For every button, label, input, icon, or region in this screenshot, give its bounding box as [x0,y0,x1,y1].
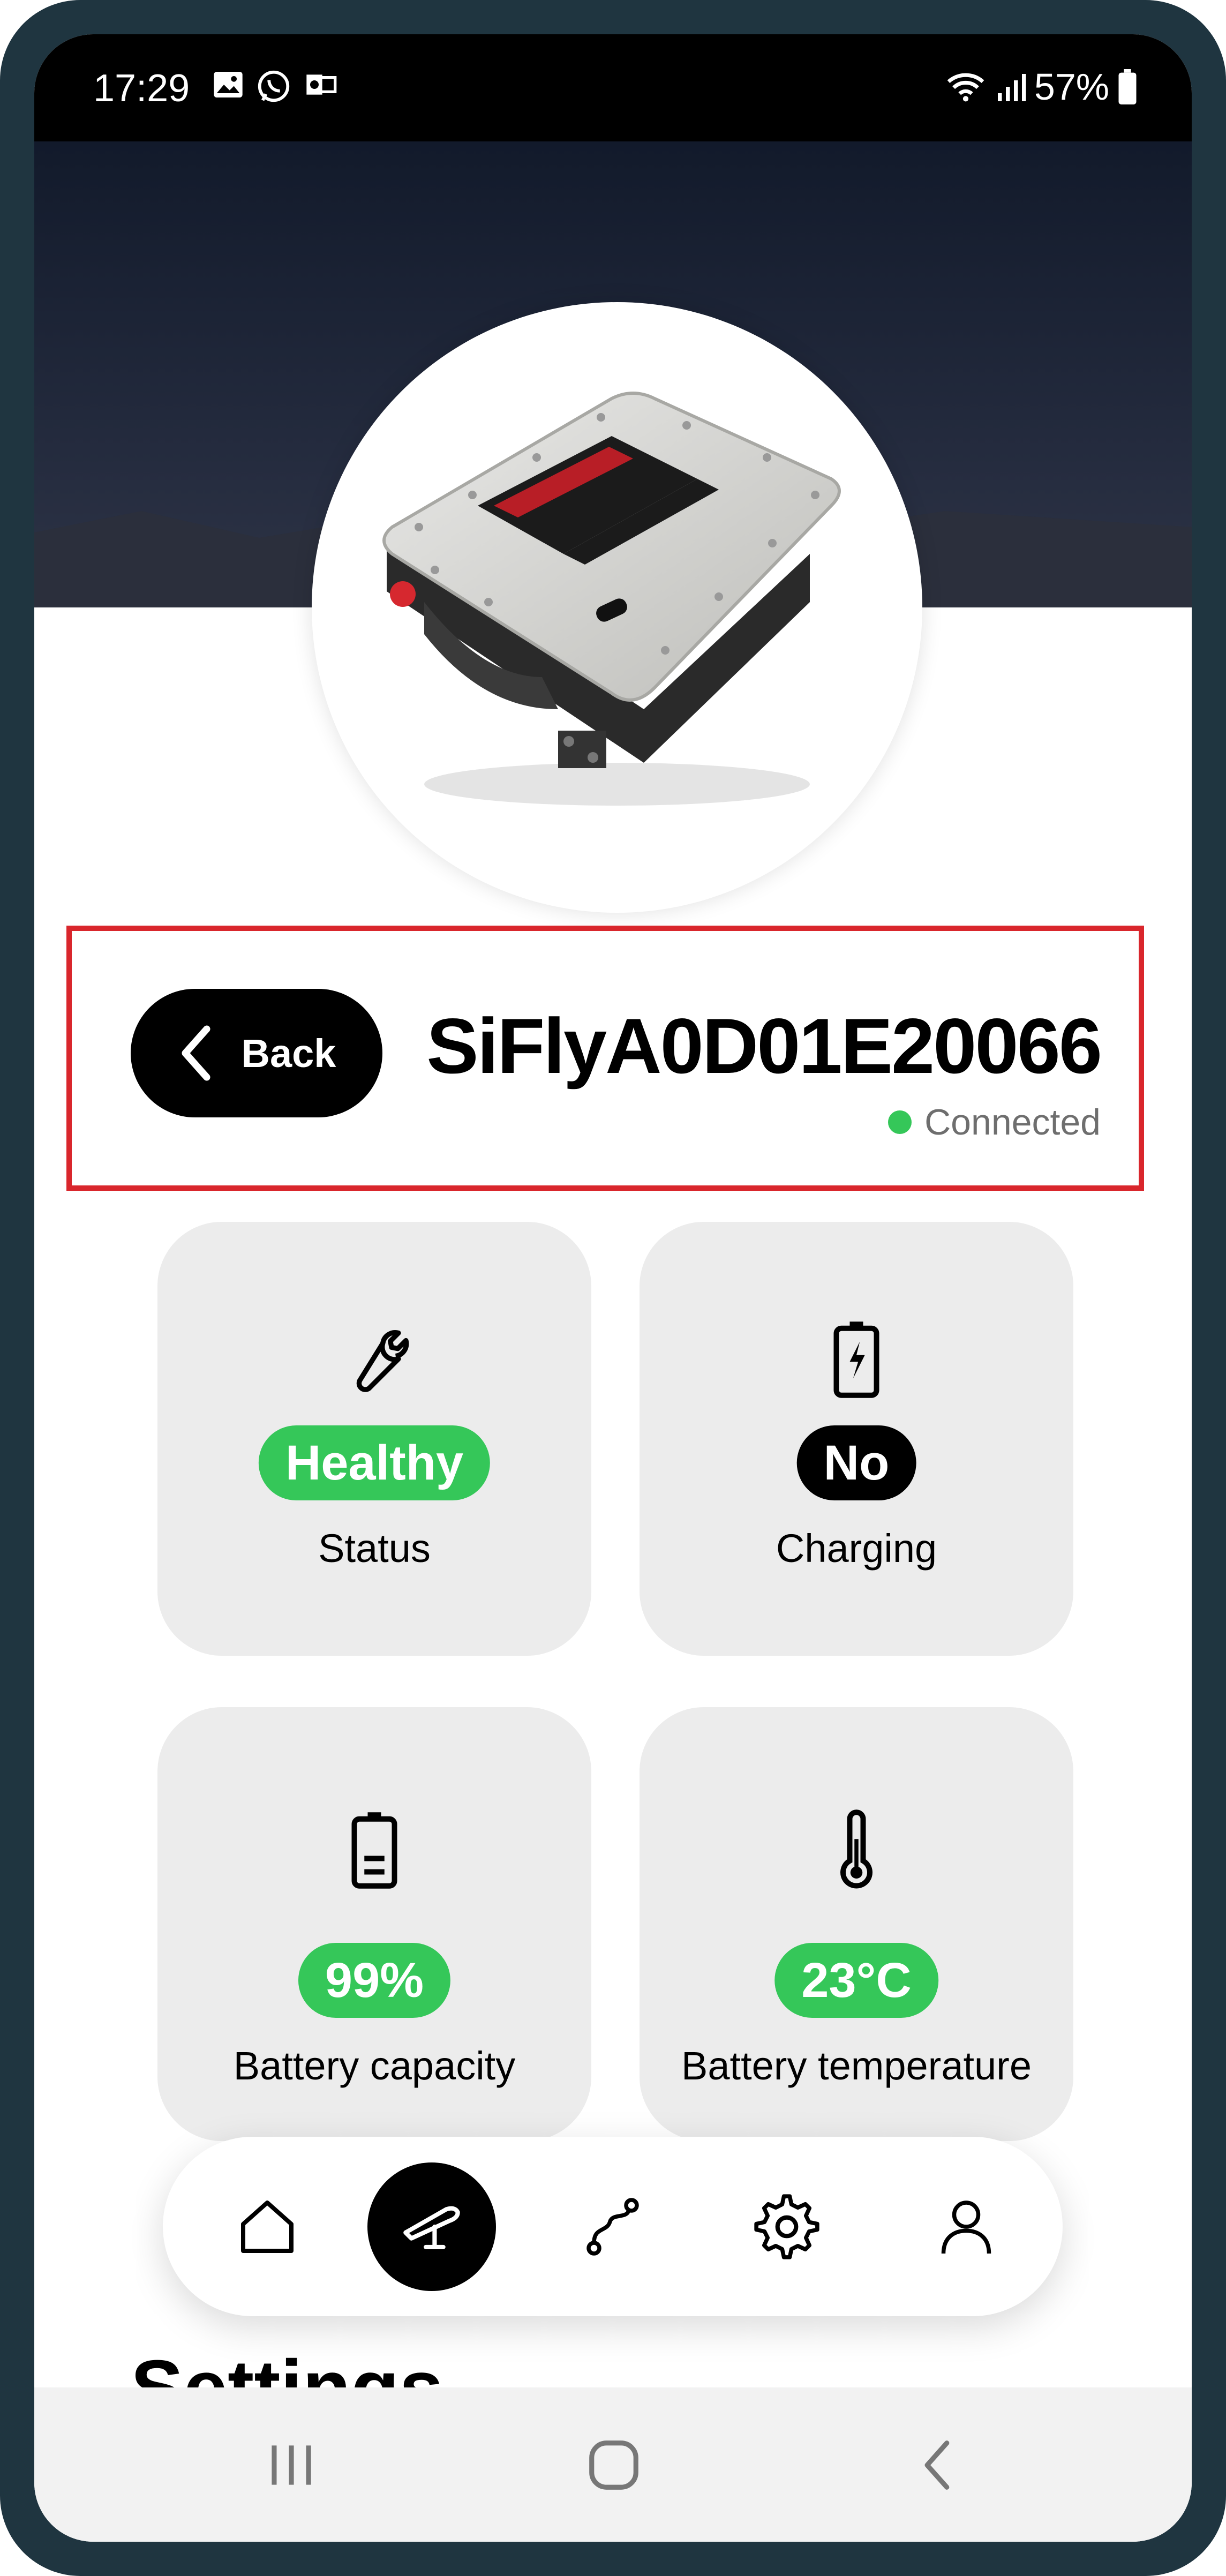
nav-profile[interactable] [902,2137,1031,2316]
status-time: 17:29 [93,67,190,110]
back-button-label: Back [241,1031,336,1076]
charging-card[interactable]: No Charging [640,1222,1073,1656]
system-status-icons: 57% [944,65,1138,108]
recent-apps-icon [272,2445,311,2485]
nav-settings[interactable] [723,2137,851,2316]
back-button[interactable]: Back [131,989,382,1117]
profile-icon [941,2200,991,2254]
home-system-button[interactable] [576,2428,651,2503]
nav-device[interactable] [367,2137,496,2316]
bottom-nav [163,2137,1063,2316]
chevron-left-icon [182,1025,210,1081]
home-icon [241,2200,294,2253]
whatsapp-notification-icon [258,70,290,102]
wifi-icon [947,73,984,102]
system-navigation-bar [34,2387,1192,2542]
battery-status-icon [1118,69,1137,104]
connection-status: Connected [888,1101,1101,1143]
battery-temperature-value: 23°C [774,1943,938,2018]
status-label: Status [318,1526,431,1571]
charging-label: Charging [776,1526,937,1571]
outlook-notification-icon [306,74,337,95]
charging-battery-icon [833,1321,879,1398]
battery-percent: 57% [1034,66,1109,108]
back-system-button[interactable] [902,2428,977,2503]
product-image [312,302,922,913]
status-value: Healthy [258,1425,491,1500]
wrench-icon [356,1330,409,1392]
battery-capacity-value: 99% [298,1943,451,2018]
charging-value: No [796,1425,916,1500]
connected-dot-icon [888,1110,912,1134]
gallery-notification-icon [214,72,243,97]
battery-capacity-label: Battery capacity [233,2044,516,2088]
device-name: SiFlyA0D01E20066 [426,1002,1102,1090]
device-icon [403,2206,460,2249]
status-card[interactable]: Healthy Status [157,1222,591,1656]
battery-temperature-card[interactable]: 23°C Battery temperature [640,1707,1073,2141]
battery-temperature-label: Battery temperature [681,2044,1032,2088]
nav-routes[interactable] [548,2137,677,2316]
route-icon [586,2197,639,2256]
home-circle-icon [589,2440,638,2490]
signal-icon [997,74,1026,101]
thermometer-icon [840,1809,873,1889]
app-screen: 17:29 57% Back SiFlyA0D01E20066 Connecte… [34,34,1192,2542]
battery-pack-illustration [382,392,841,806]
settings-icon [754,2194,819,2259]
notification-icons [211,67,340,105]
back-arrow-icon [924,2440,950,2490]
battery-icon [351,1812,397,1889]
nav-device-active [367,2162,496,2291]
connection-status-label: Connected [924,1102,1101,1143]
status-bar: 17:29 57% [34,34,1192,141]
nav-home[interactable] [203,2137,332,2316]
recent-apps-button[interactable] [254,2428,329,2503]
battery-capacity-card[interactable]: 99% Battery capacity [157,1707,591,2141]
